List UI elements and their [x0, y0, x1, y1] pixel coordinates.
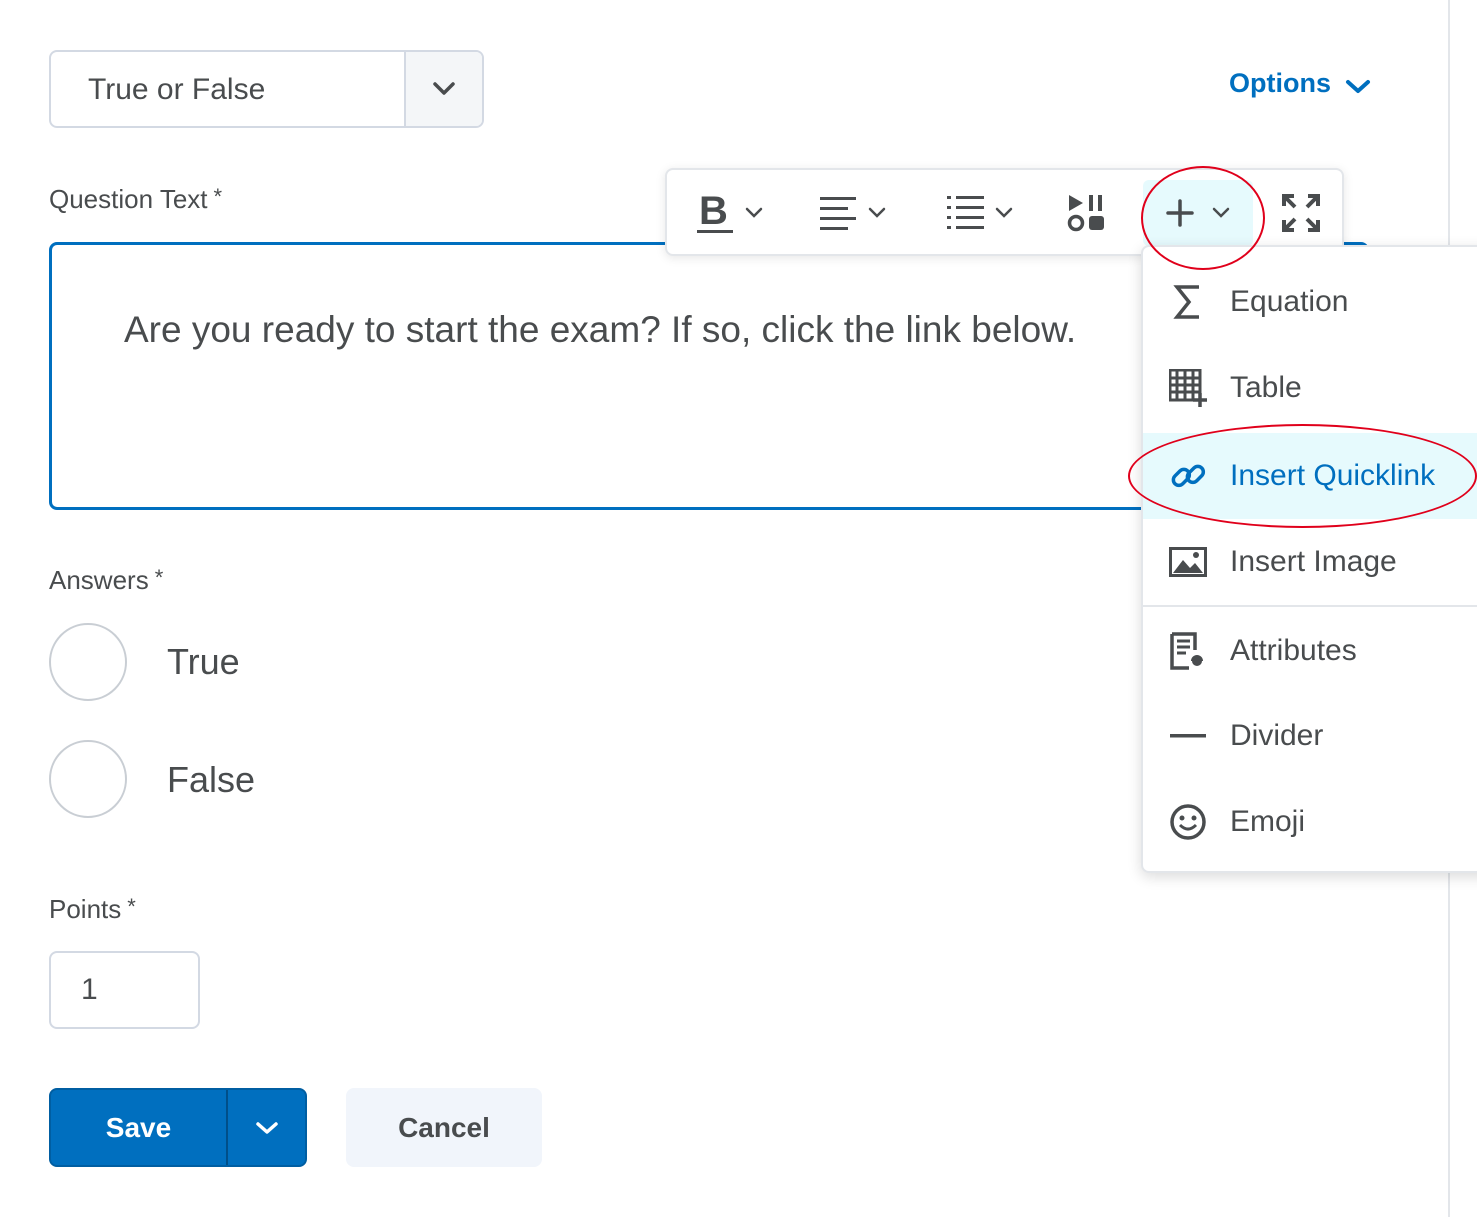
menu-item-label: Insert Quicklink [1230, 459, 1436, 492]
divider-icon [1168, 716, 1208, 756]
bold-icon: B [697, 191, 733, 233]
chevron-down-icon [433, 82, 455, 95]
options-label: Options [1229, 68, 1331, 98]
save-options-button[interactable] [228, 1090, 305, 1165]
question-type-dropdown-button[interactable] [404, 52, 482, 126]
options-link[interactable]: Options [1229, 68, 1371, 99]
answers-label: Answers * [49, 565, 163, 596]
menu-item-emoji[interactable]: Emoji [1143, 779, 1477, 865]
table-icon [1168, 368, 1208, 408]
question-type-value: True or False [88, 73, 266, 106]
menu-item-insert-quicklink[interactable]: Insert Quicklink [1143, 433, 1477, 519]
required-marker: * [154, 565, 164, 590]
menu-item-label: Table [1230, 371, 1302, 404]
menu-item-label: Equation [1230, 285, 1349, 318]
menu-item-divider[interactable]: Divider [1143, 693, 1477, 779]
menu-item-insert-image[interactable]: Insert Image [1143, 519, 1477, 605]
required-marker: * [127, 894, 136, 919]
cancel-button[interactable]: Cancel [346, 1088, 542, 1167]
link-icon [1168, 456, 1208, 496]
list-button[interactable] [947, 180, 1013, 246]
points-label: Points * [49, 894, 136, 925]
insert-menu: Equation Table Insert Quicklink Insert I… [1141, 245, 1477, 873]
menu-item-label: Emoji [1230, 805, 1306, 838]
bulleted-list-icon [947, 196, 984, 229]
insert-stuff-icon [1067, 195, 1104, 232]
fullscreen-icon [1282, 194, 1320, 232]
insert-stuff-button[interactable] [1067, 180, 1107, 246]
editor-toolbar: B [665, 168, 1344, 256]
menu-item-equation[interactable]: Equation [1143, 259, 1477, 345]
question-type-select[interactable]: True or False [49, 50, 484, 128]
required-marker: * [213, 184, 223, 209]
save-button-group: Save [49, 1088, 307, 1167]
menu-item-label: Attributes [1230, 634, 1357, 667]
answer-true-label: True [167, 641, 240, 682]
menu-item-attributes[interactable]: Attributes [1143, 608, 1477, 694]
chevron-down-icon [995, 207, 1013, 218]
answers-label-text: Answers [49, 565, 149, 595]
save-button[interactable]: Save [51, 1090, 226, 1165]
question-text-label-text: Question Text [49, 184, 208, 214]
insert-menu-button[interactable] [1143, 180, 1253, 246]
fullscreen-button[interactable] [1282, 180, 1320, 246]
menu-item-label: Insert Image [1230, 545, 1397, 578]
menu-separator [1143, 605, 1477, 607]
menu-item-table[interactable]: Table [1143, 345, 1477, 431]
image-icon [1168, 542, 1208, 582]
answer-false-label: False [167, 759, 256, 800]
bold-button[interactable]: B [697, 180, 763, 246]
question-text-label: Question Text * [49, 184, 222, 215]
answer-true-radio[interactable] [49, 623, 127, 701]
svg-text:B: B [699, 191, 728, 233]
chevron-down-icon [868, 207, 886, 218]
chevron-down-icon [1212, 207, 1230, 218]
emoji-icon [1168, 802, 1208, 842]
align-left-icon [820, 197, 856, 230]
question-text-content[interactable]: Are you ready to start the exam? If so, … [124, 309, 1076, 351]
menu-item-label: Divider [1230, 719, 1324, 752]
sigma-icon [1168, 282, 1208, 322]
points-input[interactable]: 1 [49, 951, 200, 1029]
points-label-text: Points [49, 894, 122, 924]
chevron-down-icon [1346, 79, 1370, 93]
plus-icon [1166, 199, 1194, 227]
answer-false-radio[interactable] [49, 740, 127, 818]
attributes-icon [1168, 631, 1208, 671]
chevron-down-icon [745, 207, 763, 218]
alignment-button[interactable] [820, 180, 886, 246]
chevron-down-icon [255, 1121, 278, 1134]
